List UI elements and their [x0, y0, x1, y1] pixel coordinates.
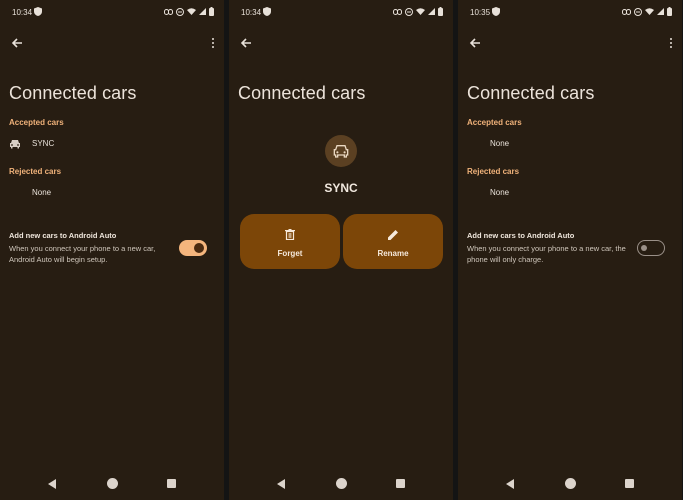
wifi-icon: [645, 8, 654, 15]
rejected-car-item: None: [490, 188, 510, 197]
signal-icon: [428, 8, 435, 15]
signal-icon: [199, 8, 206, 15]
car-icon: [333, 145, 349, 158]
rejected-car-item: None: [32, 188, 52, 197]
status-icons: [164, 7, 214, 16]
accepted-car-item: None: [490, 139, 510, 148]
navigation-bar: [229, 477, 453, 491]
status-icons: [622, 7, 672, 16]
nav-recents-icon[interactable]: [167, 479, 176, 488]
status-time: 10:35: [470, 8, 491, 17]
status-bar: 10:34: [12, 6, 214, 20]
wifi-icon: [187, 8, 196, 15]
car-avatar: [325, 135, 357, 167]
car-name: SYNC: [324, 181, 358, 195]
accepted-cars-header: Accepted cars: [467, 118, 522, 127]
accepted-car-item[interactable]: SYNC: [32, 139, 54, 148]
wifi-icon: [416, 8, 425, 15]
dnd-icon: [176, 7, 184, 16]
status-time: 10:34: [12, 8, 33, 17]
dnd-icon: [405, 7, 413, 16]
navigation-bar: [458, 477, 682, 491]
rejected-cars-header: Rejected cars: [9, 167, 62, 176]
battery-icon: [209, 7, 214, 16]
dnd-icon: [634, 7, 642, 16]
back-arrow-icon[interactable]: [239, 36, 253, 50]
pencil-icon: [388, 230, 398, 240]
shield-icon: [34, 7, 42, 18]
nav-back-icon[interactable]: [277, 479, 285, 489]
screen-connected-cars-1: 10:34 Connected cars Accepted cars SYNC …: [0, 0, 224, 500]
nav-home-icon[interactable]: [336, 478, 347, 489]
screen-car-detail: 10:34 Connected cars SYNC Forget Rename: [229, 0, 453, 500]
nav-home-icon[interactable]: [107, 478, 118, 489]
nav-home-icon[interactable]: [565, 478, 576, 489]
battery-icon: [438, 7, 443, 16]
link-icon: [393, 8, 402, 15]
status-bar: 10:34: [241, 6, 443, 20]
toggle-knob: [641, 244, 647, 251]
page-title: Connected cars: [9, 83, 137, 103]
screen-connected-cars-2: 10:35 Connected cars Accepted cars None …: [458, 0, 682, 500]
status-icons: [393, 7, 443, 16]
nav-back-icon[interactable]: [506, 479, 514, 489]
nav-back-icon[interactable]: [48, 479, 56, 489]
add-new-cars-description: When you connect your phone to a new car…: [9, 244, 156, 264]
toggle-knob: [194, 243, 204, 253]
nav-recents-icon[interactable]: [625, 479, 634, 488]
forget-button[interactable]: Forget: [240, 214, 340, 269]
back-arrow-icon[interactable]: [468, 36, 482, 50]
accepted-cars-header: Accepted cars: [9, 118, 64, 127]
battery-icon: [667, 7, 672, 16]
more-options-icon[interactable]: [211, 37, 215, 49]
add-new-cars-title: Add new cars to Android Auto: [467, 231, 575, 240]
car-icon: [10, 140, 20, 149]
add-new-cars-title: Add new cars to Android Auto: [9, 231, 117, 240]
status-time: 10:34: [241, 8, 262, 17]
link-icon: [622, 8, 631, 15]
back-arrow-icon[interactable]: [10, 36, 24, 50]
nav-recents-icon[interactable]: [396, 479, 405, 488]
status-bar: 10:35: [470, 6, 672, 20]
link-icon: [164, 8, 173, 15]
add-new-cars-description: When you connect your phone to a new car…: [467, 244, 626, 264]
add-new-cars-toggle[interactable]: [637, 240, 665, 256]
navigation-bar: [0, 477, 224, 491]
forget-label: Forget: [277, 249, 303, 258]
add-new-cars-toggle[interactable]: [179, 240, 207, 256]
signal-icon: [657, 8, 664, 15]
rejected-cars-header: Rejected cars: [467, 167, 520, 176]
more-options-icon[interactable]: [669, 37, 673, 49]
shield-icon: [492, 7, 500, 18]
page-title: Connected cars: [238, 83, 366, 103]
rename-label: Rename: [377, 249, 409, 258]
rename-button[interactable]: Rename: [343, 214, 443, 269]
page-title: Connected cars: [467, 83, 595, 103]
shield-icon: [263, 7, 271, 18]
trash-icon: [285, 229, 295, 240]
